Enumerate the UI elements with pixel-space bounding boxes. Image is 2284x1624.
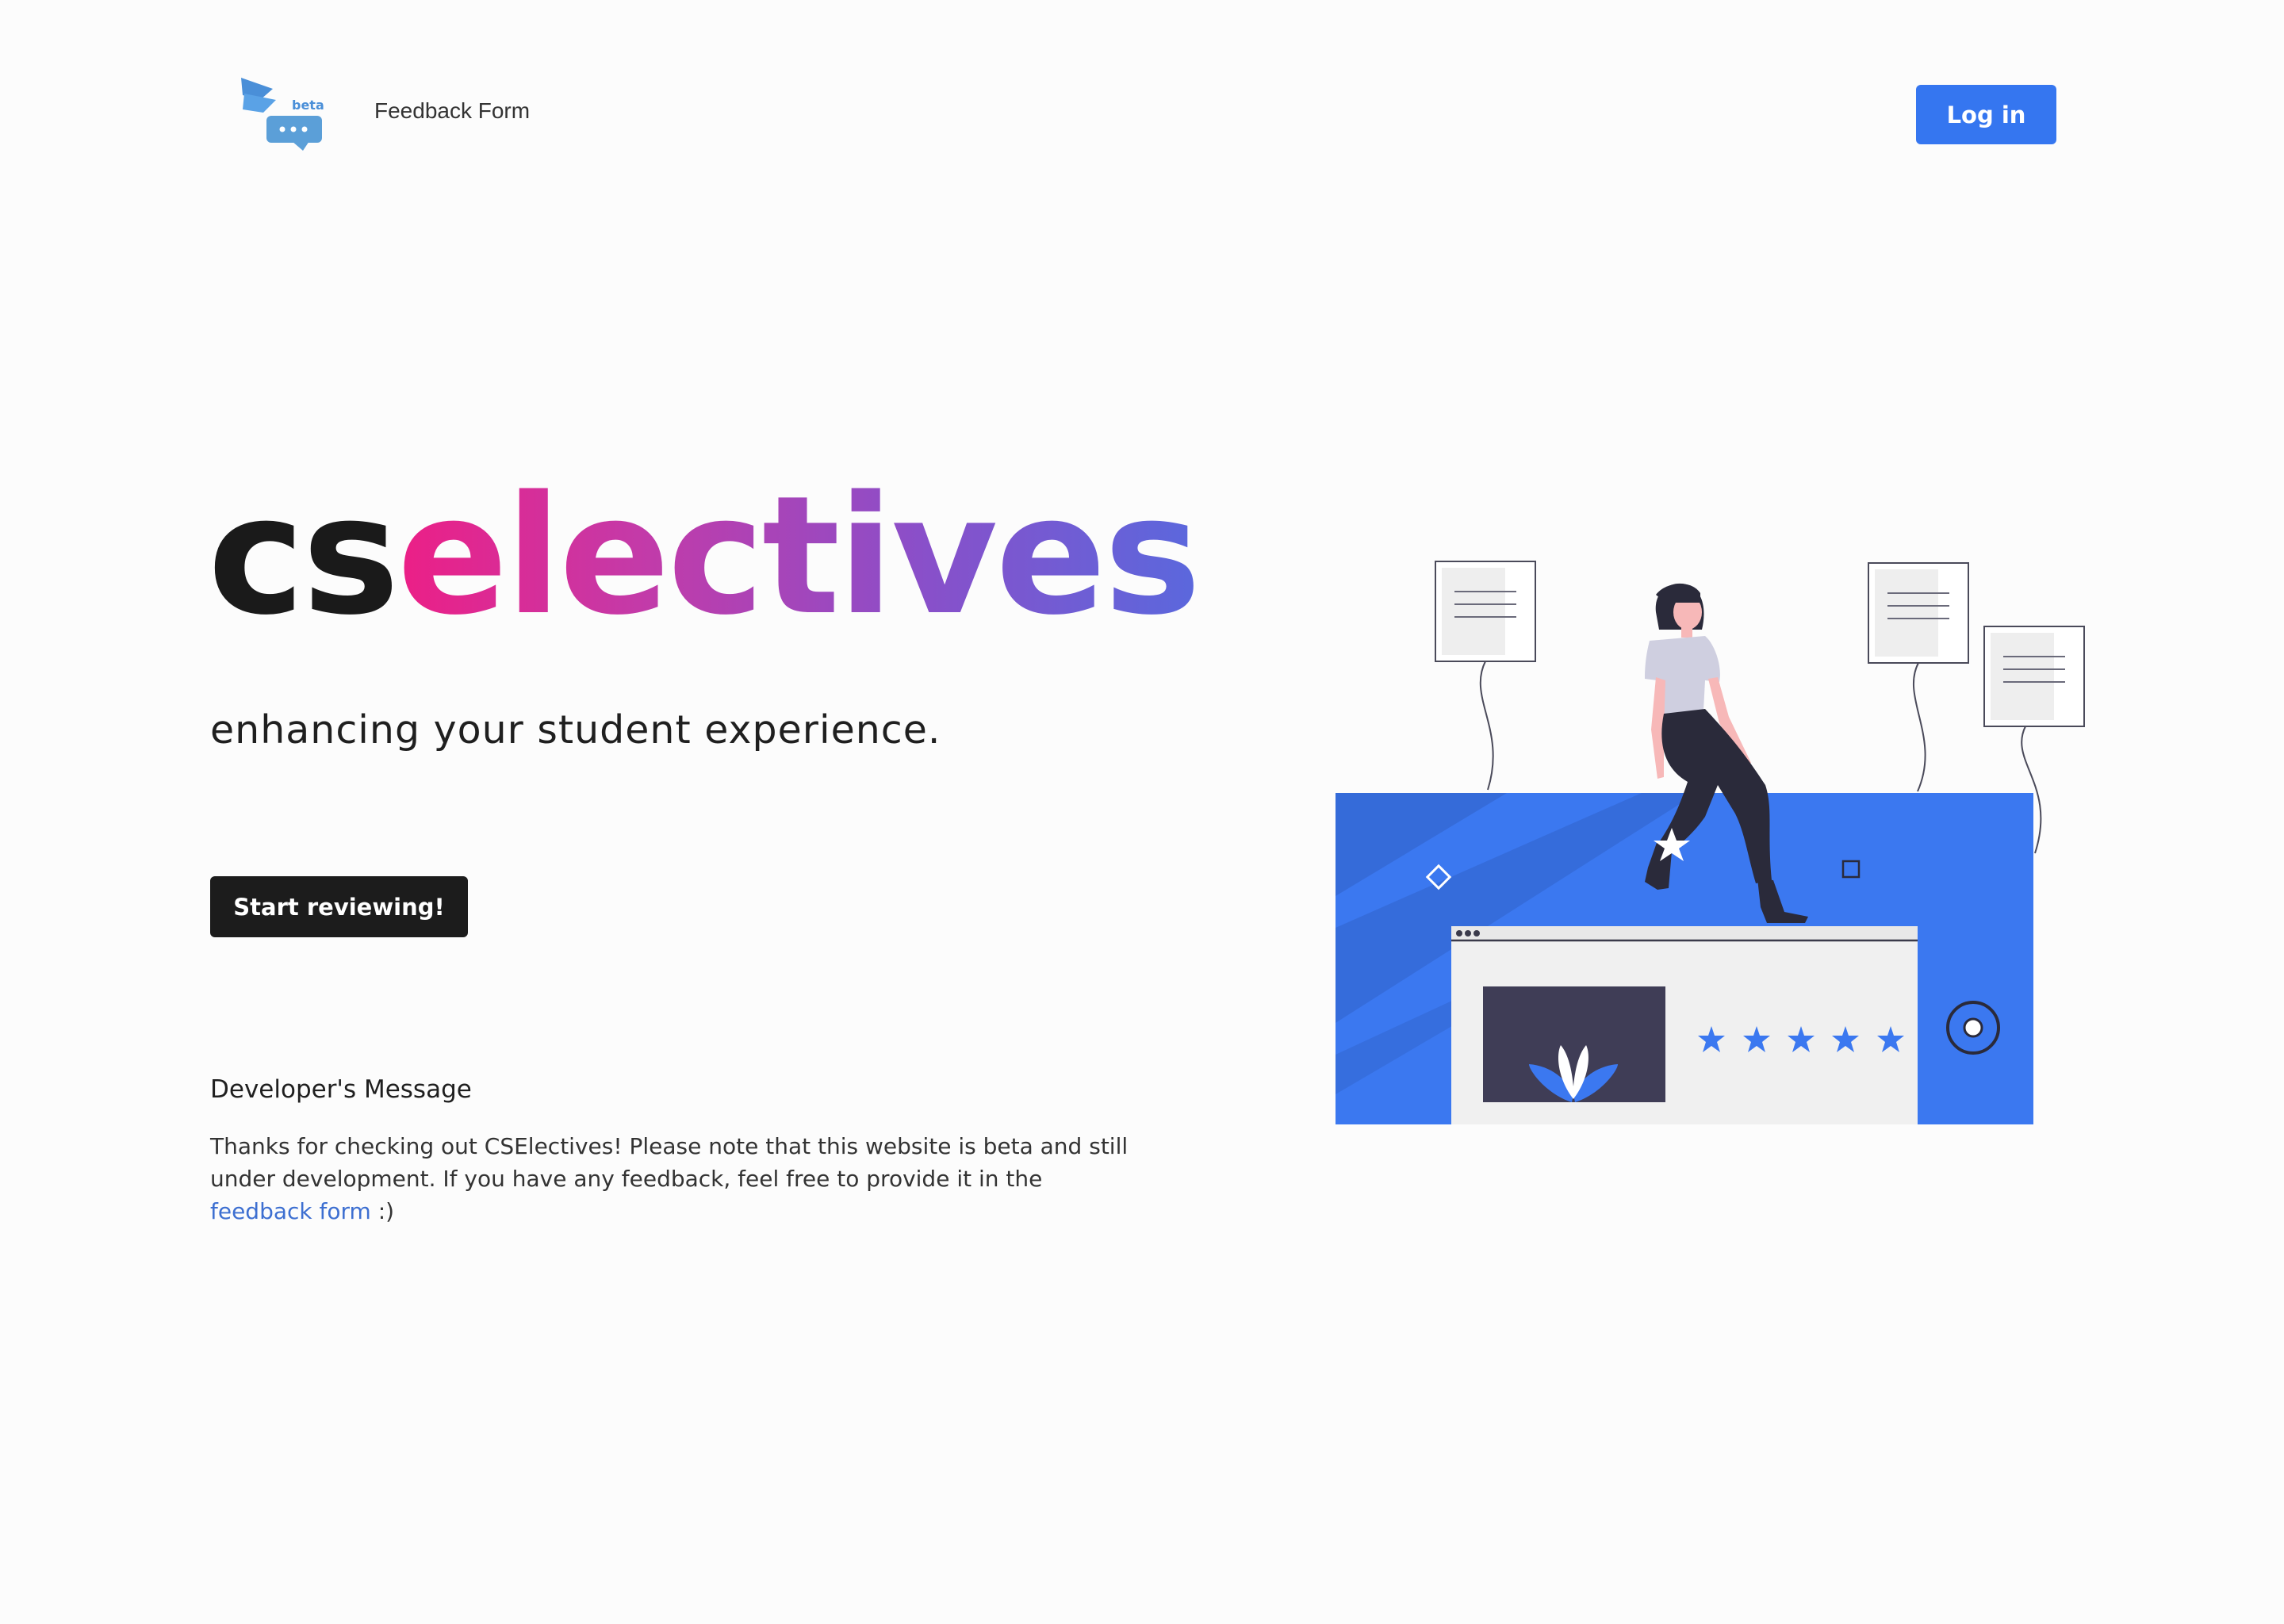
- tagline: enhancing your student experience.: [210, 707, 941, 753]
- cselectives-logo[interactable]: beta: [236, 73, 325, 152]
- feedback-form-link[interactable]: Feedback Form: [374, 98, 530, 124]
- brand-suffix: electives: [397, 461, 1201, 651]
- developer-message-body: Thanks for checking out CSElectives! Ple…: [210, 1130, 1130, 1228]
- brand-prefix: cs: [208, 461, 400, 651]
- page: beta Feedback Form Log in cselectives en…: [0, 0, 2284, 1624]
- developer-message-heading: Developer's Message: [210, 1075, 472, 1104]
- hero-illustration: [1336, 561, 2085, 1124]
- developer-message-text: Thanks for checking out CSElectives! Ple…: [210, 1133, 1129, 1192]
- browser-window: [1451, 926, 1918, 1124]
- developer-message-suffix: :): [370, 1198, 395, 1224]
- document-card-icon: [1868, 562, 1969, 792]
- feedback-form-inline-link[interactable]: feedback form: [210, 1198, 371, 1224]
- document-card-icon: [1435, 561, 1536, 791]
- start-reviewing-button[interactable]: Start reviewing!: [210, 876, 468, 937]
- beta-badge: beta: [292, 98, 324, 113]
- login-button[interactable]: Log in: [1916, 85, 2056, 144]
- brand-title: cselectives: [208, 474, 1201, 638]
